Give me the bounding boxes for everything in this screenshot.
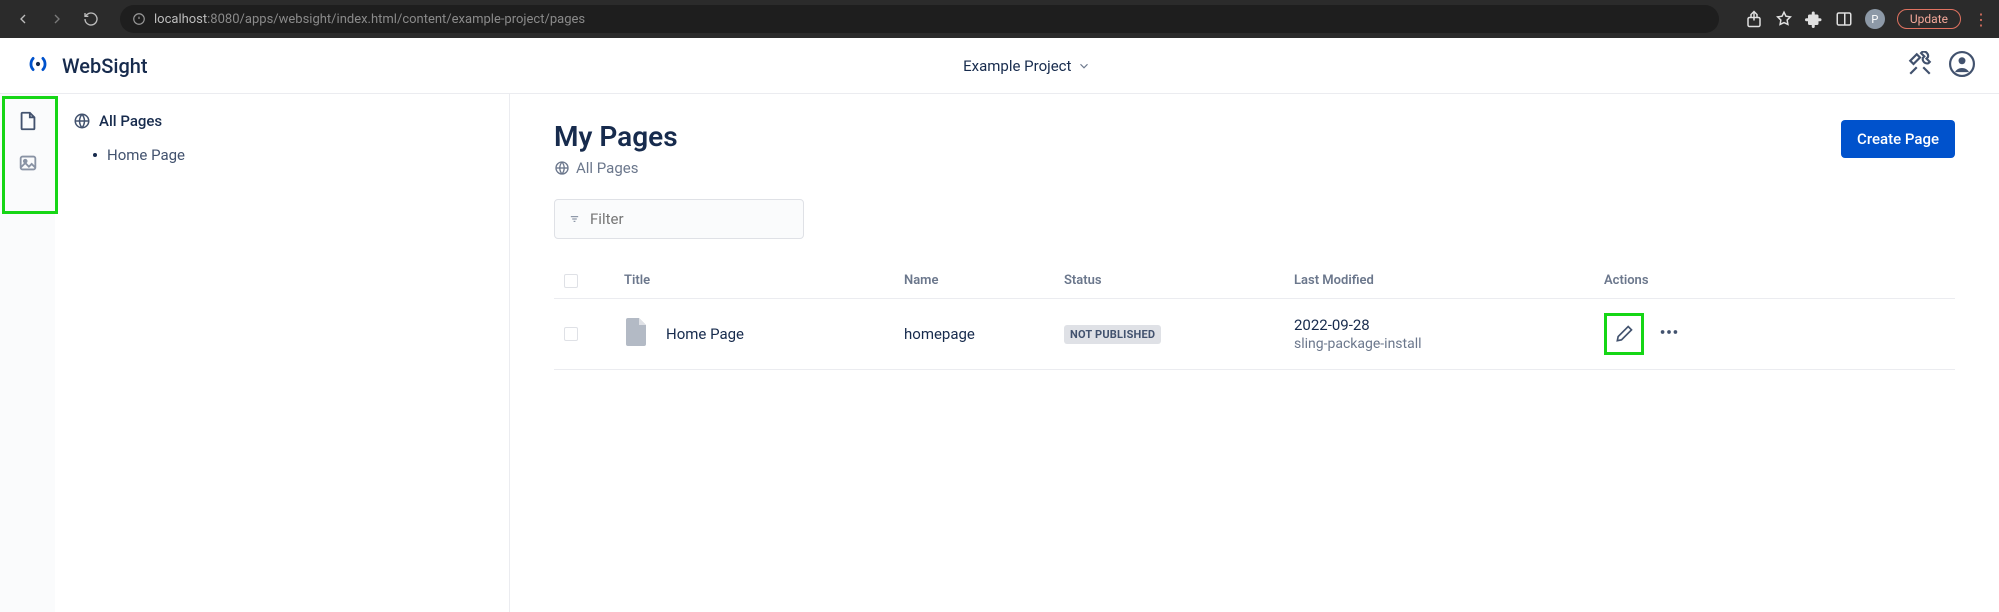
globe-icon [554, 160, 570, 176]
create-page-button[interactable]: Create Page [1841, 120, 1955, 158]
highlight-rail [2, 96, 58, 214]
workspace: All Pages Home Page My Pages All Pages C… [0, 94, 1999, 612]
project-name: Example Project [963, 57, 1071, 75]
brand[interactable]: WebSight [24, 50, 148, 82]
more-actions-button[interactable] [1658, 321, 1680, 347]
main-content: My Pages All Pages Create Page Title Nam… [510, 94, 1999, 612]
url-host: localhost [154, 12, 207, 27]
app-header: WebSight Example Project [0, 38, 1999, 94]
row-modified-date: 2022-09-28 [1294, 316, 1604, 334]
bullet-icon [93, 153, 97, 157]
pencil-icon [1614, 324, 1634, 344]
col-name: Name [904, 273, 1064, 288]
col-status: Status [1064, 273, 1294, 288]
edit-button[interactable] [1604, 313, 1644, 355]
share-icon[interactable] [1745, 10, 1763, 28]
filter-input[interactable] [590, 210, 789, 228]
table-row: Home Page homepage NOT PUBLISHED 2022-09… [554, 299, 1955, 370]
status-badge: NOT PUBLISHED [1064, 325, 1161, 344]
brand-name: WebSight [62, 54, 148, 78]
tree-item-label: Home Page [107, 146, 185, 164]
row-modified-by: sling-package-install [1294, 336, 1604, 352]
tools-icon[interactable] [1907, 51, 1933, 81]
reload-button[interactable] [78, 6, 104, 32]
table-header: Title Name Status Last Modified Actions [554, 263, 1955, 299]
panel-icon[interactable] [1835, 10, 1853, 28]
breadcrumb[interactable]: All Pages [554, 159, 678, 177]
address-bar[interactable]: localhost:8080/apps/websight/index.html/… [120, 5, 1719, 33]
page-title: My Pages [554, 120, 678, 153]
globe-icon [73, 112, 91, 130]
project-switcher[interactable]: Example Project [963, 57, 1091, 75]
browser-profile-avatar[interactable]: P [1865, 9, 1885, 29]
browser-toolbar: localhost:8080/apps/websight/index.html/… [0, 0, 1999, 38]
page-icon [624, 318, 648, 350]
browser-update-button[interactable]: Update [1897, 9, 1961, 29]
pages-table: Title Name Status Last Modified Actions … [554, 263, 1955, 370]
back-button[interactable] [10, 6, 36, 32]
tree-root-label: All Pages [99, 112, 162, 130]
row-title[interactable]: Home Page [666, 325, 744, 343]
url-path: :8080/apps/websight/index.html/content/e… [207, 12, 585, 27]
breadcrumb-label: All Pages [576, 159, 638, 177]
tree-item[interactable]: Home Page [93, 142, 491, 168]
col-title: Title [624, 273, 904, 288]
forward-button[interactable] [44, 6, 70, 32]
dots-horizontal-icon [1658, 321, 1680, 343]
logo-icon [24, 50, 52, 82]
select-all-checkbox[interactable] [564, 274, 578, 288]
filter-icon [569, 210, 580, 228]
browser-menu-icon[interactable]: ⋮ [1973, 10, 1989, 29]
side-tree: All Pages Home Page [55, 94, 510, 612]
tree-root[interactable]: All Pages [73, 112, 491, 130]
row-name: homepage [904, 325, 1064, 343]
bookmark-icon[interactable] [1775, 10, 1793, 28]
row-checkbox[interactable] [564, 327, 578, 341]
col-modified: Last Modified [1294, 273, 1604, 288]
chevron-down-icon [1077, 59, 1091, 73]
col-actions: Actions [1604, 273, 1955, 288]
account-icon[interactable] [1949, 51, 1975, 81]
extensions-icon[interactable] [1805, 10, 1823, 28]
filter-box[interactable] [554, 199, 804, 239]
